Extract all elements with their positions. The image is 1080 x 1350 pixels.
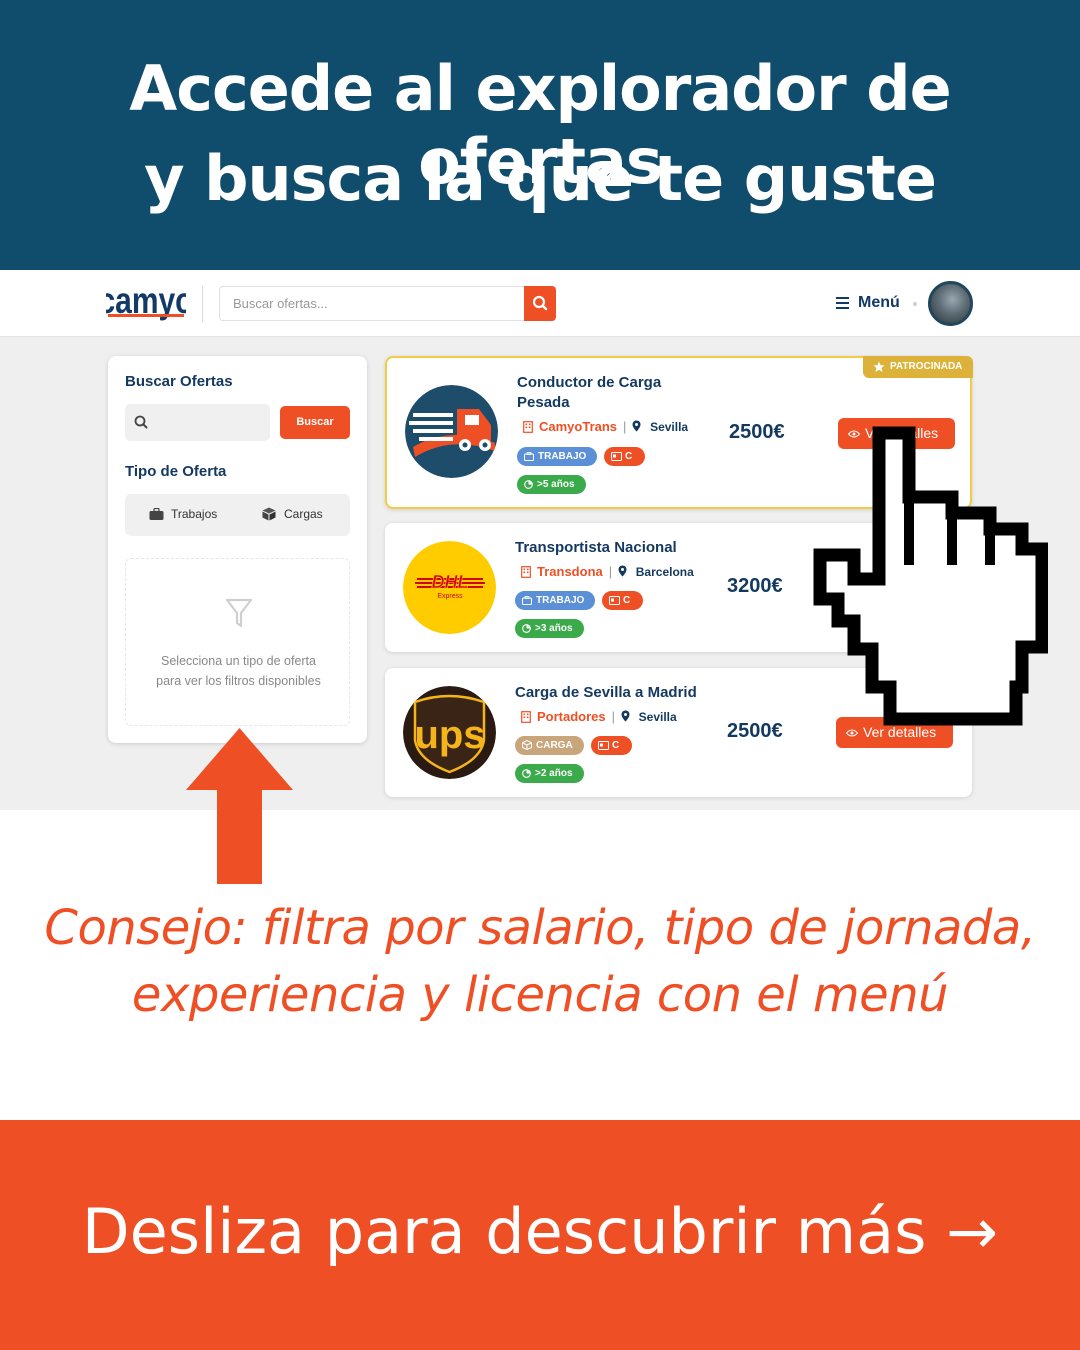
empty-state-line-2: para ver los filtros disponibles bbox=[156, 674, 321, 688]
offer-title-line-1: Transportista Nacional bbox=[515, 539, 677, 556]
tag-carga-label: CARGA bbox=[536, 740, 573, 751]
eye-icon bbox=[846, 729, 858, 737]
sponsored-label: PATROCINADA bbox=[890, 361, 963, 372]
location: Sevilla bbox=[650, 420, 689, 434]
tag-experience: >2 años bbox=[515, 764, 584, 783]
license-card-icon bbox=[609, 596, 620, 605]
offer-title: Transportista Nacional bbox=[515, 538, 677, 558]
filters-empty-state: Selecciona un tipo de oferta para ver lo… bbox=[125, 558, 350, 726]
offer-title-line-2: Pesada bbox=[517, 394, 570, 411]
company-logo-ups: ups bbox=[403, 686, 496, 779]
nav-divider bbox=[202, 286, 203, 322]
company-name[interactable]: CamyoTrans bbox=[539, 419, 617, 434]
navbar: camyo Buscar ofertas... Menú bbox=[0, 270, 1080, 337]
briefcase-icon bbox=[522, 596, 532, 605]
menu-label: Menú bbox=[858, 294, 900, 311]
location-pin-icon bbox=[618, 565, 627, 577]
search-input[interactable]: Buscar ofertas... bbox=[219, 286, 525, 321]
offer-title: Conductor de Carga Pesada bbox=[517, 373, 661, 413]
type-label-cargas: Cargas bbox=[284, 507, 323, 521]
offer-meta: Portadores | Sevilla bbox=[521, 709, 677, 724]
box-icon bbox=[262, 507, 276, 521]
license-card-icon bbox=[611, 452, 622, 461]
tag-experience: >3 años bbox=[515, 619, 584, 638]
tag-carga: CARGA bbox=[515, 736, 584, 755]
briefcase-icon bbox=[149, 508, 164, 520]
offer-price: 2500€ bbox=[729, 421, 785, 443]
company-name[interactable]: Transdona bbox=[537, 564, 603, 579]
license-card-icon bbox=[598, 741, 609, 750]
svg-text:ups: ups bbox=[414, 713, 485, 757]
location-pin-icon bbox=[632, 420, 641, 432]
tag-experience: >5 años bbox=[517, 475, 586, 494]
clock-icon bbox=[522, 624, 531, 633]
tag-license: C bbox=[604, 447, 645, 466]
search-sidebar: Buscar Ofertas Buscar Tipo de Oferta Tra… bbox=[108, 356, 367, 743]
clock-icon bbox=[524, 480, 533, 489]
star-icon bbox=[873, 361, 885, 372]
tag-trabajo: TRABAJO bbox=[515, 591, 595, 610]
up-arrow-icon bbox=[186, 728, 293, 884]
swipe-cta: Desliza para descubrir más → bbox=[81, 1195, 999, 1268]
svg-text:Express: Express bbox=[437, 593, 463, 600]
offer-meta: Transdona | Barcelona bbox=[521, 564, 694, 579]
type-label-trabajos: Trabajos bbox=[171, 507, 218, 521]
search-icon bbox=[532, 295, 548, 311]
location: Barcelona bbox=[635, 565, 694, 579]
tip-line-2: experiencia y licencia con el menú bbox=[131, 967, 949, 1023]
box-icon bbox=[522, 740, 532, 750]
location-pin-icon bbox=[621, 710, 630, 722]
sponsored-badge: PATROCINADA bbox=[863, 356, 973, 378]
sidebar-title: Buscar Ofertas bbox=[125, 373, 233, 390]
company-name[interactable]: Portadores bbox=[537, 709, 606, 724]
building-icon bbox=[521, 711, 531, 723]
offer-price: 2500€ bbox=[727, 720, 783, 742]
offer-title-line-1: Conductor de Carga bbox=[517, 374, 662, 391]
offer-price: 3200€ bbox=[727, 575, 783, 597]
tag-experience-label: >3 años bbox=[535, 623, 573, 634]
tag-trabajo: TRABAJO bbox=[517, 447, 597, 466]
camyo-logo[interactable]: camyo bbox=[106, 282, 186, 326]
company-logo-camyotrans bbox=[405, 385, 498, 478]
tag-experience-label: >2 años bbox=[535, 768, 573, 779]
clock-icon bbox=[522, 769, 531, 778]
filter-icon bbox=[225, 598, 253, 628]
top-banner: Accede al explorador de ofertas y busca … bbox=[0, 0, 1080, 270]
empty-state-line-1: Selecciona un tipo de oferta bbox=[161, 654, 316, 668]
offer-type-title: Tipo de Oferta bbox=[125, 463, 227, 480]
tag-trabajo-label: TRABAJO bbox=[536, 595, 585, 606]
building-icon bbox=[523, 421, 533, 433]
briefcase-icon bbox=[524, 452, 534, 461]
svg-text:DHL: DHL bbox=[432, 572, 469, 592]
tip-line-1: Consejo: filtra por salario, tipo de jor… bbox=[44, 900, 1036, 956]
tag-license: C bbox=[591, 736, 632, 755]
pointer-hand-icon bbox=[813, 426, 1048, 726]
company-logo-dhl: DHL Express bbox=[403, 541, 496, 634]
building-icon bbox=[521, 566, 531, 578]
offer-type-selector: Trabajos Cargas bbox=[125, 494, 350, 536]
hamburger-icon bbox=[836, 297, 849, 309]
sidebar-search-input[interactable] bbox=[125, 404, 270, 441]
tag-license: C bbox=[602, 591, 643, 610]
offer-title-line-1: Carga de Sevilla a Madrid bbox=[515, 684, 697, 701]
tag-license-label: C bbox=[625, 451, 633, 462]
tag-license-label: C bbox=[612, 740, 620, 751]
tag-license-label: C bbox=[623, 595, 631, 606]
search-button[interactable] bbox=[524, 286, 556, 321]
user-avatar[interactable] bbox=[928, 281, 973, 326]
offer-title: Carga de Sevilla a Madrid bbox=[515, 683, 697, 703]
search-icon bbox=[134, 415, 148, 429]
location: Sevilla bbox=[638, 710, 677, 724]
empty-state-text: Selecciona un tipo de oferta para ver lo… bbox=[126, 651, 351, 691]
offer-meta: CamyoTrans | Sevilla bbox=[523, 419, 688, 434]
nav-separator-dot bbox=[913, 302, 917, 306]
tag-experience-label: >5 años bbox=[537, 479, 575, 490]
headline-line-2: y busca la que te guste bbox=[144, 142, 937, 215]
tag-trabajo-label: TRABAJO bbox=[538, 451, 587, 462]
sidebar-search-button[interactable]: Buscar bbox=[280, 406, 350, 439]
